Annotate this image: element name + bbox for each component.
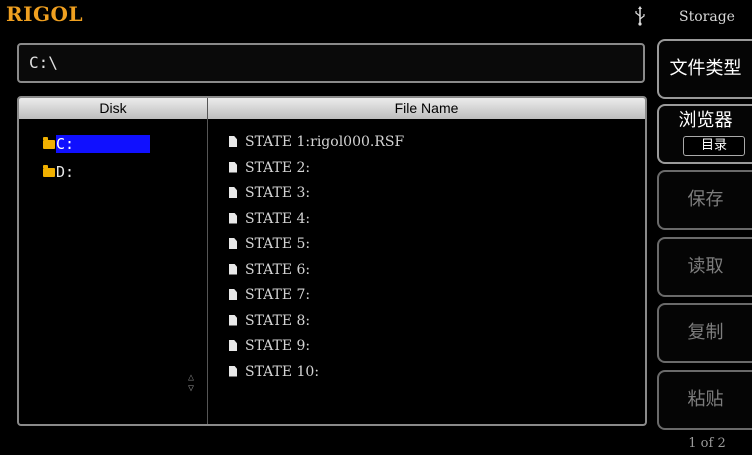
softkey-browser-label: 浏览器 xyxy=(678,110,733,131)
file-column-header: File Name xyxy=(208,98,645,119)
disk-column-header: Disk xyxy=(19,98,208,119)
file-item[interactable]: STATE 10: xyxy=(229,364,404,390)
file-icon xyxy=(229,314,237,326)
softkey-browser[interactable]: 浏览器 目录 xyxy=(657,104,752,164)
file-item[interactable]: STATE 7: xyxy=(229,287,404,313)
disk-item-c[interactable]: C: xyxy=(43,134,151,154)
file-icon xyxy=(229,187,237,198)
browser-directory-option[interactable]: 目录 xyxy=(683,136,745,156)
file-item[interactable]: STATE 5: xyxy=(229,236,404,262)
scroll-up-icon[interactable]: △ xyxy=(185,372,197,383)
file-item[interactable]: STATE 4: xyxy=(229,211,404,237)
file-icon xyxy=(229,289,237,300)
file-item[interactable]: STATE 8: xyxy=(229,313,404,339)
disk-item-d[interactable]: D: xyxy=(43,162,74,182)
softkey-file-type[interactable]: 文件类型 xyxy=(657,39,752,99)
softkey-read[interactable]: 读取 xyxy=(657,237,752,297)
file-item[interactable]: STATE 6: xyxy=(229,262,404,288)
file-item[interactable]: STATE 1:rigol000.RSF xyxy=(229,134,404,160)
file-icon xyxy=(229,136,237,147)
file-browser-panel: Disk File Name C: D: △ ▽ STATE 1:rigol00… xyxy=(17,96,647,426)
file-label: STATE 9: xyxy=(245,338,311,354)
file-label: STATE 8: xyxy=(245,312,311,329)
file-item[interactable]: STATE 2: xyxy=(229,160,404,186)
disk-label: C: xyxy=(56,135,151,153)
file-icon xyxy=(229,212,237,224)
brand-logo: RIGOL xyxy=(6,2,84,26)
softkey-copy[interactable]: 复制 xyxy=(657,303,752,363)
scroll-down-icon[interactable]: ▽ xyxy=(185,383,197,394)
file-icon xyxy=(229,161,237,173)
file-icon xyxy=(229,238,237,249)
top-bar: RIGOL Storage xyxy=(0,0,752,36)
file-icon xyxy=(229,365,237,377)
file-item[interactable]: STATE 9: xyxy=(229,338,404,364)
file-label: STATE 6: xyxy=(245,261,311,278)
file-label: STATE 2: xyxy=(245,159,311,176)
page-indicator[interactable]: 1 of 2 xyxy=(662,436,752,451)
menu-title: Storage xyxy=(679,9,735,25)
file-label: STATE 10: xyxy=(245,363,320,380)
file-list: STATE 1:rigol000.RSF STATE 2: STATE 3: S… xyxy=(229,134,404,389)
folder-icon xyxy=(43,137,55,149)
softkey-paste[interactable]: 粘贴 xyxy=(657,370,752,430)
disk-label: D: xyxy=(56,163,75,181)
path-field: C:\ xyxy=(17,43,645,83)
file-icon xyxy=(229,340,237,351)
column-divider xyxy=(207,119,208,424)
folder-icon xyxy=(43,165,55,177)
file-label: STATE 3: xyxy=(245,185,311,201)
softkey-save[interactable]: 保存 xyxy=(657,170,752,230)
file-label: STATE 5: xyxy=(245,236,311,252)
file-icon xyxy=(229,263,237,275)
usb-icon xyxy=(635,6,645,26)
file-label: STATE 4: xyxy=(245,210,311,227)
file-label: STATE 1:rigol000.RSF xyxy=(245,134,405,150)
file-label: STATE 7: xyxy=(245,287,311,303)
file-item[interactable]: STATE 3: xyxy=(229,185,404,211)
disk-scroll-arrows[interactable]: △ ▽ xyxy=(185,372,197,394)
